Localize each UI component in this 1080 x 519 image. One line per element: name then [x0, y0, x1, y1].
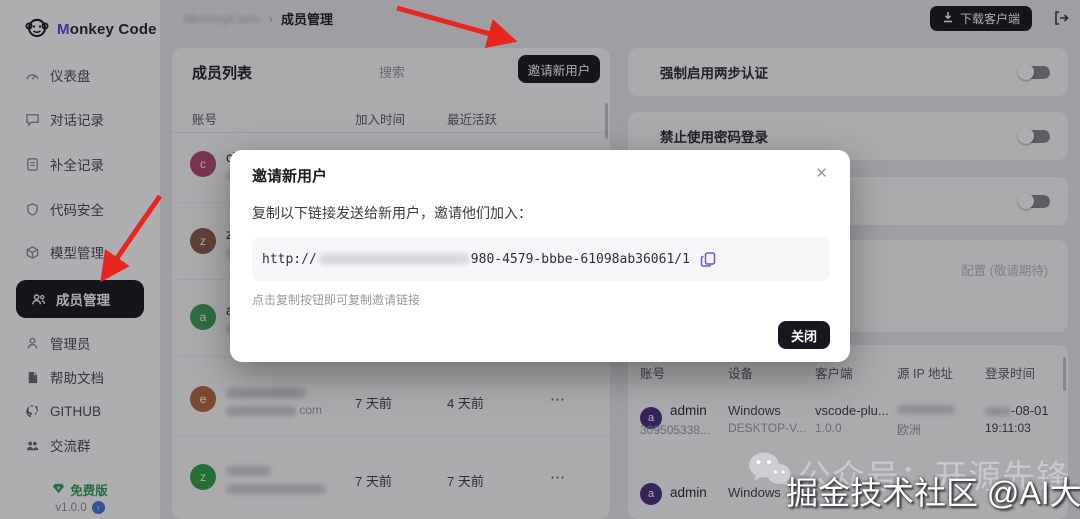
invite-link-blurred [318, 253, 469, 265]
invite-link-visible: 980-4579-bbbe-61098ab36061/1 [470, 251, 690, 267]
invite-link-box: http:// 980-4579-bbbe-61098ab36061/1 [252, 237, 830, 281]
modal-title: 邀请新用户 [252, 168, 328, 185]
modal-description: 复制以下链接发送给新用户，邀请他们加入： [252, 205, 532, 221]
copy-icon[interactable] [700, 251, 717, 268]
watermark-front-text: 掘金技术社区 @AI大牛 [786, 475, 1080, 511]
invite-user-modal: 邀请新用户 ✕ 复制以下链接发送给新用户，邀请他们加入： http:// 980… [230, 150, 850, 362]
invite-link-prefix: http:// [262, 251, 317, 267]
close-icon[interactable]: ✕ [815, 164, 828, 182]
modal-hint: 点击复制按钮即可复制邀请链接 [252, 293, 421, 307]
close-button[interactable]: 关闭 [778, 321, 830, 349]
